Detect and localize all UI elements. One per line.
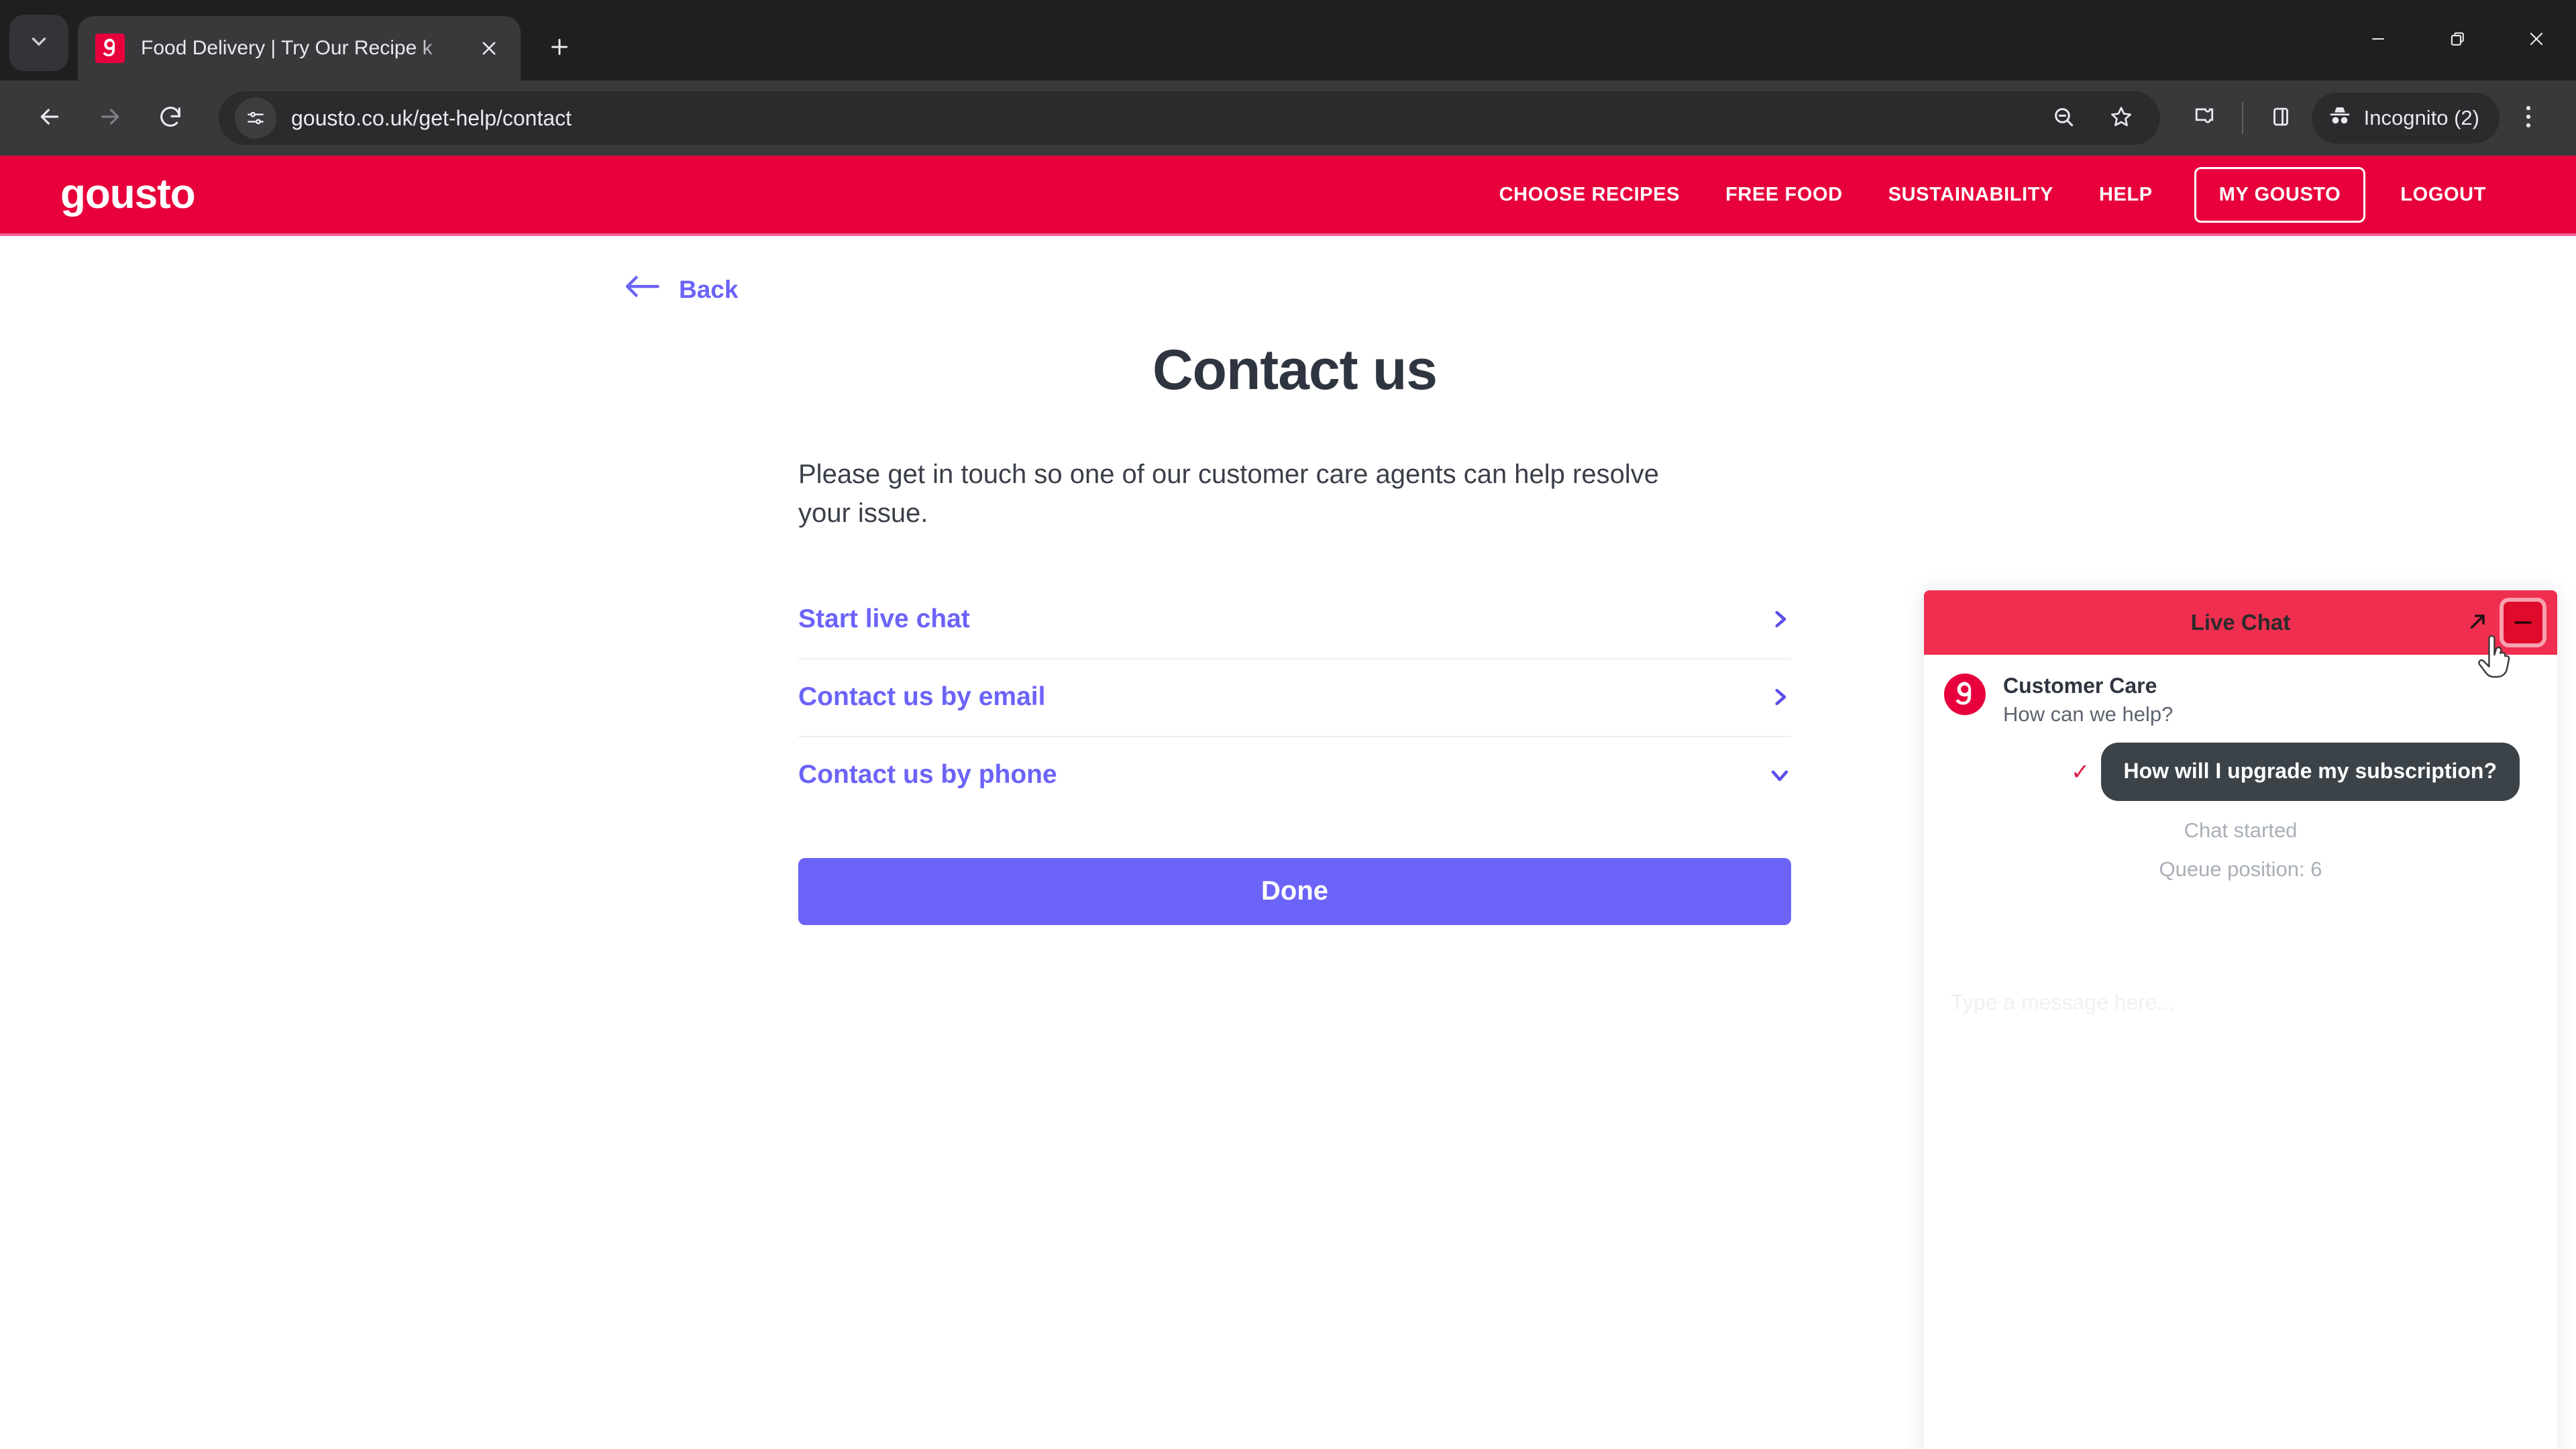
chat-message-row: ✓ How will I upgrade my subscription? bbox=[1924, 728, 2557, 801]
site-settings-icon[interactable] bbox=[235, 97, 276, 139]
forward-button[interactable] bbox=[83, 91, 137, 145]
chat-status-queue: Queue position: 6 bbox=[2159, 857, 2322, 881]
extensions-icon bbox=[2192, 104, 2217, 133]
site-navigation: CHOOSE RECIPES FREE FOOD SUSTAINABILITY … bbox=[1477, 166, 2509, 223]
incognito-label: Incognito (2) bbox=[2363, 106, 2479, 129]
extensions-button[interactable] bbox=[2178, 91, 2231, 145]
nav-item-help[interactable]: HELP bbox=[2076, 184, 2176, 206]
agent-name: Customer Care bbox=[2003, 674, 2157, 698]
chat-minimize-button[interactable] bbox=[2500, 598, 2546, 647]
site-header: gousto CHOOSE RECIPES FREE FOOD SUSTAINA… bbox=[0, 156, 2576, 236]
zoom-out-button[interactable] bbox=[2037, 91, 2090, 145]
agent-subtitle: How can we help? bbox=[2003, 702, 2174, 727]
restore-icon bbox=[2447, 29, 2467, 52]
tab-close-icon[interactable] bbox=[471, 30, 507, 66]
tab-strip: Food Delivery | Try Our Recipe k bbox=[0, 0, 2576, 80]
new-tab-button[interactable] bbox=[535, 24, 584, 72]
page-viewport: gousto CHOOSE RECIPES FREE FOOD SUSTAINA… bbox=[0, 156, 2576, 1449]
agent-avatar bbox=[1944, 674, 1986, 715]
back-button[interactable] bbox=[23, 91, 76, 145]
page-lede: Please get in touch so one of our custom… bbox=[798, 460, 1659, 529]
option-start-live-chat[interactable]: Start live chat bbox=[798, 582, 1791, 659]
tab-title: Food Delivery | Try Our Recipe k bbox=[141, 37, 433, 59]
chevron-right-icon bbox=[1768, 608, 1791, 631]
option-label: Contact us by phone bbox=[798, 759, 1057, 789]
window-maximize-button[interactable] bbox=[2418, 0, 2497, 80]
side-panel-button[interactable] bbox=[2254, 91, 2308, 145]
expand-arrow-icon bbox=[2467, 610, 2489, 635]
chat-header: Live Chat bbox=[1924, 590, 2557, 655]
zoom-out-icon bbox=[2051, 104, 2076, 133]
window-close-button[interactable] bbox=[2497, 0, 2576, 80]
back-label: Back bbox=[679, 275, 739, 303]
my-gousto-button[interactable]: MY GOUSTO bbox=[2194, 166, 2366, 223]
arrow-left-icon bbox=[624, 275, 660, 304]
gousto-logo[interactable]: gousto bbox=[60, 174, 196, 215]
chat-body: Customer Care How can we help? ✓ How wil… bbox=[1924, 655, 2557, 1449]
address-bar[interactable]: gousto.co.uk/get-help/contact bbox=[219, 91, 2160, 145]
logout-link[interactable]: LOGOUT bbox=[2377, 184, 2509, 206]
nav-item-choose-recipes[interactable]: CHOOSE RECIPES bbox=[1477, 184, 1703, 206]
omnibox-actions bbox=[2037, 91, 2148, 145]
close-icon bbox=[2526, 29, 2546, 52]
check-icon: ✓ bbox=[2071, 759, 2090, 785]
tab-search-button[interactable] bbox=[9, 15, 68, 71]
arrow-left-icon bbox=[36, 103, 63, 133]
contact-content: Contact us Please get in touch so one of… bbox=[798, 337, 1791, 925]
nav-item-sustainability[interactable]: SUSTAINABILITY bbox=[1866, 184, 2076, 206]
option-label: Start live chat bbox=[798, 604, 970, 633]
chat-message-bubble: How will I upgrade my subscription? bbox=[2100, 743, 2520, 801]
browser-toolbar: gousto.co.uk/get-help/contact Incognito … bbox=[0, 80, 2576, 156]
agent-info: Customer Care How can we help? bbox=[2003, 674, 2173, 728]
toolbar-divider bbox=[2241, 102, 2243, 134]
back-link[interactable]: Back bbox=[624, 275, 738, 304]
chat-header-buttons bbox=[2462, 598, 2557, 647]
chat-message-input[interactable]: Type a message here... bbox=[1951, 990, 2175, 1015]
star-icon bbox=[2108, 104, 2134, 133]
done-button[interactable]: Done bbox=[798, 857, 1791, 925]
gousto-favicon-icon bbox=[95, 34, 125, 63]
option-contact-by-email[interactable]: Contact us by email bbox=[798, 659, 1791, 737]
nav-item-free-food[interactable]: FREE FOOD bbox=[1703, 184, 1866, 206]
chat-status-started: Chat started bbox=[2184, 818, 2298, 842]
chevron-right-icon bbox=[1768, 686, 1791, 708]
chevron-down-icon bbox=[1768, 763, 1791, 786]
browser-window: Food Delivery | Try Our Recipe k gousto.… bbox=[0, 0, 2576, 1449]
live-chat-widget: Live Chat Customer Care How can we help?… bbox=[1924, 590, 2557, 1449]
chat-agent-row: Customer Care How can we help? bbox=[1924, 655, 2557, 728]
chat-expand-button[interactable] bbox=[2462, 606, 2494, 639]
chevron-down-icon bbox=[28, 30, 50, 56]
browser-tab[interactable]: Food Delivery | Try Our Recipe k bbox=[78, 16, 521, 80]
page-title: Contact us bbox=[1152, 338, 1438, 401]
window-minimize-button[interactable] bbox=[2339, 0, 2418, 80]
window-controls bbox=[2339, 0, 2576, 80]
option-label: Contact us by email bbox=[798, 682, 1046, 711]
browser-menu-button[interactable] bbox=[2504, 91, 2553, 145]
plus-icon bbox=[547, 35, 572, 62]
minimize-icon bbox=[2513, 616, 2533, 629]
minimize-icon bbox=[2368, 29, 2388, 52]
side-panel-icon bbox=[2268, 104, 2294, 133]
incognito-indicator[interactable]: Incognito (2) bbox=[2311, 93, 2500, 144]
option-contact-by-phone[interactable]: Contact us by phone bbox=[798, 737, 1791, 814]
arrow-right-icon bbox=[97, 103, 123, 133]
reload-icon bbox=[157, 103, 184, 133]
contact-options-list: Start live chat Contact us by email Cont… bbox=[798, 582, 1791, 814]
url-text[interactable]: gousto.co.uk/get-help/contact bbox=[291, 106, 2037, 131]
three-dots-vertical-icon bbox=[2523, 102, 2534, 135]
incognito-icon bbox=[2326, 102, 2353, 134]
bookmark-button[interactable] bbox=[2094, 91, 2148, 145]
reload-button[interactable] bbox=[144, 91, 197, 145]
